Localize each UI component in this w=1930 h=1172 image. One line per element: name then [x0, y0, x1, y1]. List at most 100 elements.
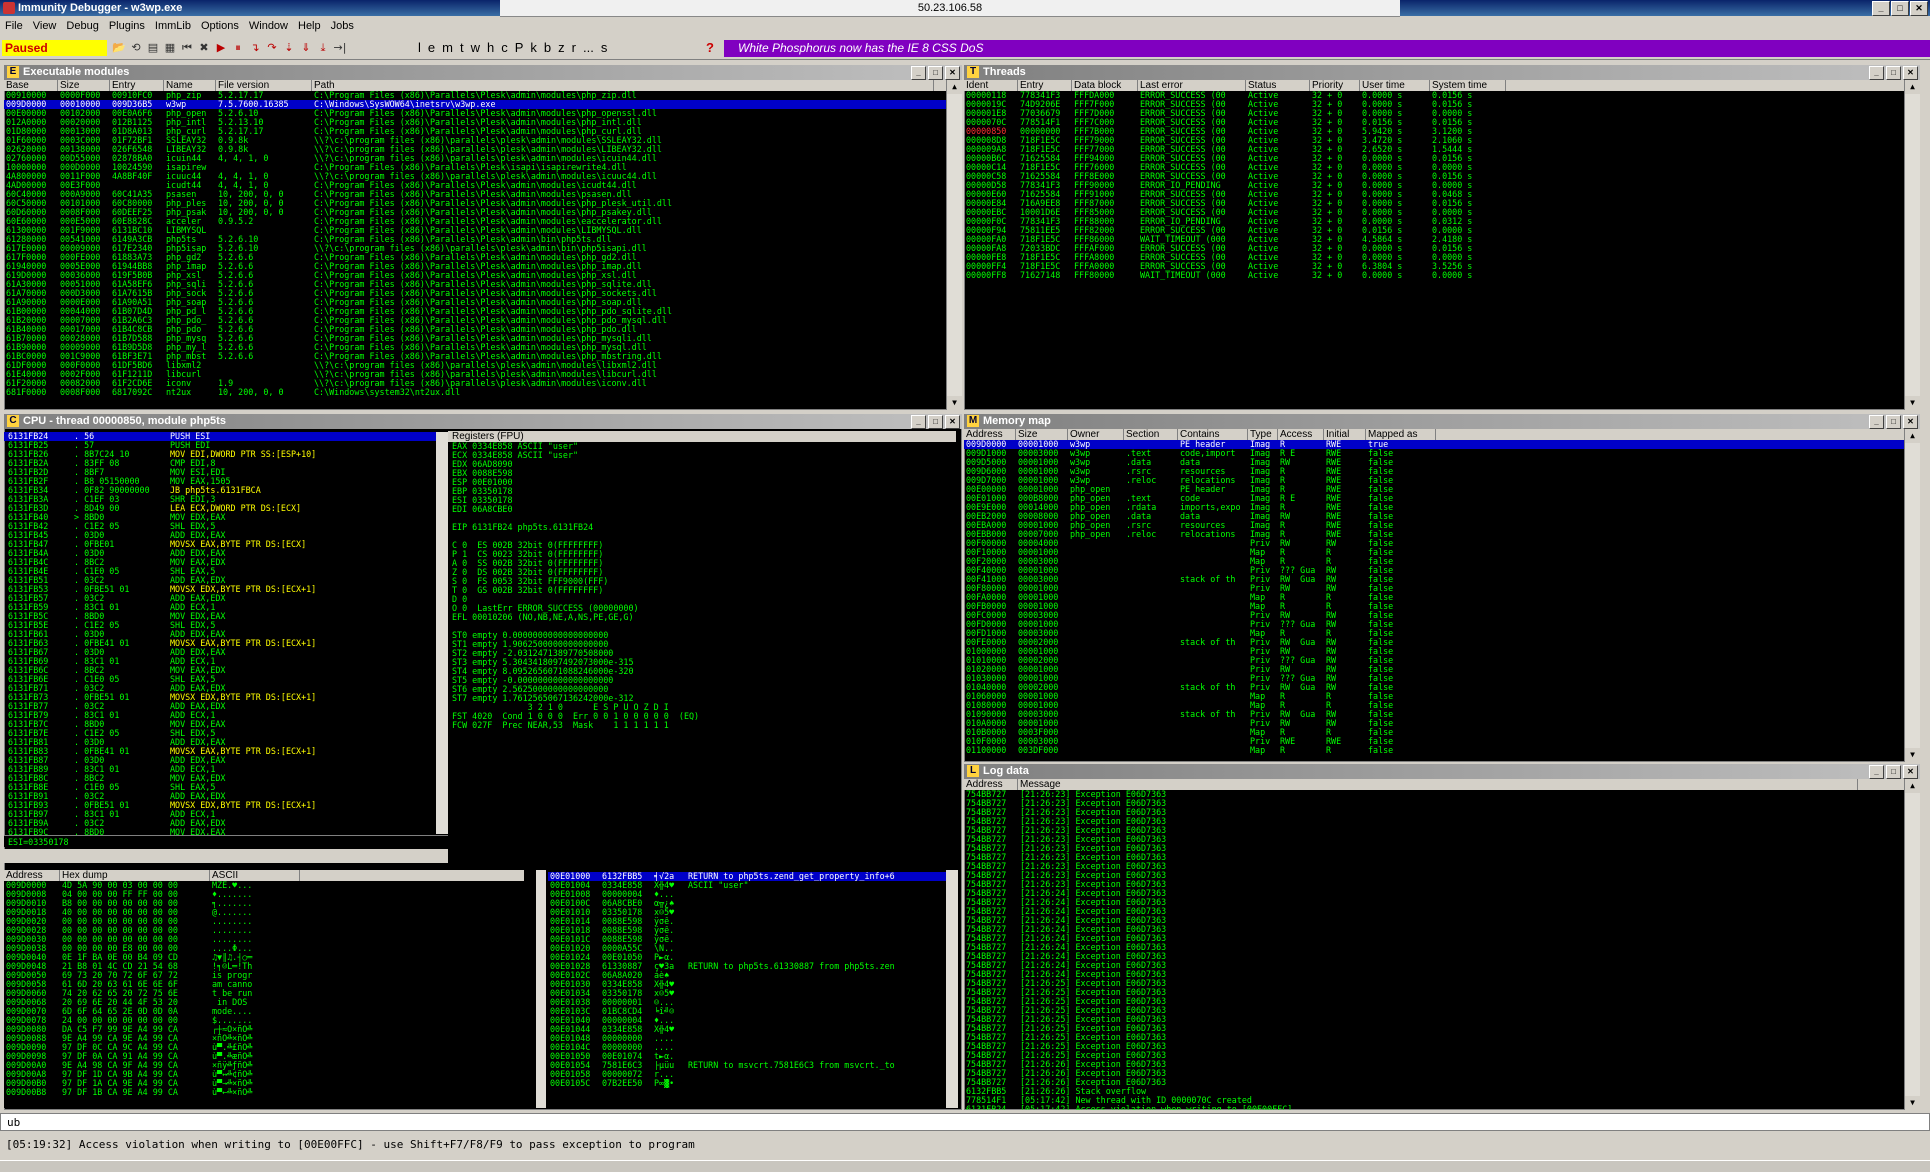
trace-over-icon[interactable]: ⇓ [299, 40, 313, 56]
shortcut-l[interactable]: l [418, 40, 421, 56]
memory-row[interactable]: 009D7000 00001000 w3wp .reloc relocations Ima… [964, 476, 1904, 485]
hex-dump-pane[interactable]: Address Hex dump ASCII 009D0000 4D 5A 90 00… [4, 870, 536, 1108]
stack-row[interactable]: 00E01000 6132FBB5 ╡√2a RETURN to php5ts.zen… [548, 872, 946, 881]
hexdump-row[interactable]: 009D0020 00 00 00 00 00 00 00 00........ [4, 917, 524, 926]
cpu-hscroll[interactable] [4, 849, 448, 863]
hexdump-row[interactable]: 009D0048 21 B8 01 4C CD 21 54 68 !╕☺L═!Th [4, 962, 524, 971]
module-row[interactable]: 60C50000 00101000 60C80000 php_ples 10, 200,… [4, 199, 946, 208]
step-into-icon[interactable]: ↴ [248, 40, 262, 56]
hexdump-row[interactable]: 009D0050 69 73 20 70 72 6F 67 72 is progr [4, 971, 524, 980]
thread-row[interactable]: 00000FF4 718F1E5C FFFA0000 ERROR_SUCCESS (0… [964, 262, 1904, 271]
memory-row[interactable]: 00F20000 00003000 Map R Rfalse [964, 557, 1904, 566]
stack-row[interactable]: 00E01044 0334E858 X╬4♥ [548, 1025, 946, 1034]
module-row[interactable]: 01D80000 00013000 01D8A013 php_curl 5.2.17.1… [4, 127, 946, 136]
minimize-icon[interactable]: _ [1869, 765, 1884, 779]
attach-icon[interactable]: ▤ [146, 40, 160, 56]
log-row[interactable]: 754BB727 [21:26:25] Exception E06D7363 [964, 997, 1904, 1006]
memory-row[interactable]: 01040000 00002000 stack of th Priv RW Gua RW f… [964, 683, 1904, 692]
thread-row[interactable]: 00000850 00000000 FFF7B000 ERROR_SUCCESS (0… [964, 127, 1904, 136]
column-header-contains[interactable]: Contains [1178, 429, 1248, 440]
log-row[interactable]: 754BB727 [21:26:25] Exception E06D7363 [964, 979, 1904, 988]
memory-row[interactable]: 00FD0000 00001000 Priv ??? Gua RW false [964, 620, 1904, 629]
thread-row[interactable]: 00000EBC 10001D6E FFF85000 ERROR_SUCCESS (0… [964, 208, 1904, 217]
disassembly-line[interactable]: 6131FB57. 03C2 ADD EAX,EDX [4, 594, 436, 603]
hexdump-row[interactable]: 009D0088 9E A4 99 CA 9E A4 99 CA ×ñÖ╩×ñÖ╩ [4, 1034, 524, 1043]
register-line[interactable]: EBP 03350178 [448, 487, 956, 496]
hexdump-row[interactable]: 009D0008 04 00 00 00 FF FF 00 00 ♦....... [4, 890, 524, 899]
hexdump-row[interactable]: 009D00B8 97 DF 1B CA 9E A4 99 CA ù▀←╩×ñÖ╩ [4, 1088, 524, 1097]
shortcut-h[interactable]: h [487, 40, 494, 56]
memory-row[interactable]: 00E9E000 00014000 php_open .rdata imports,ex… [964, 503, 1904, 512]
memory-row[interactable]: 00FA0000 00001000 Map R Rfalse [964, 593, 1904, 602]
shortcut-m[interactable]: m [442, 40, 453, 56]
memory-row[interactable]: 01020000 00001000 Priv RW RW false [964, 665, 1904, 674]
pause-icon[interactable]: ⏸ [231, 40, 245, 56]
register-line[interactable]: EIP 6131FB24 php5ts.6131FB24 [448, 523, 956, 532]
hexdump-row[interactable]: 009D0040 0E 1F BA 0E 00 B4 09 CD ♫▼║♫.┤○═ [4, 953, 524, 962]
minimize-icon[interactable]: _ [1869, 66, 1884, 80]
module-row[interactable]: 619D0000 00036000 619F5B0B php_xsl 5.2.6.6 C:… [4, 271, 946, 280]
log-row[interactable]: 754BB727 [21:26:26] Exception E06D7363 [964, 1069, 1904, 1078]
column-header-path[interactable]: Path [312, 80, 934, 91]
log-row[interactable]: 754BB727 [21:26:24] Exception E06D7363 [964, 943, 1904, 952]
column-header-address[interactable]: Address [964, 429, 1016, 440]
modules-scrollbar[interactable]: ▲ ▼ [946, 80, 962, 410]
thread-row[interactable]: 00000118 778341F3 FFFDA000 ERROR_SUCCESS (0… [964, 91, 1904, 100]
thread-row[interactable]: 00000FF8 71627148 FFF80000 WAIT_TIMEOUT (00… [964, 271, 1904, 280]
hexdump-row[interactable]: 009D0000 4D 5A 90 00 03 00 00 00 MZE.♥... [4, 881, 524, 890]
register-line[interactable]: EBX 0088E598 [448, 469, 956, 478]
memory-row[interactable]: 01090000 00003000 stack of th Priv RW Gua RW f… [964, 710, 1904, 719]
stack-row[interactable]: 00E01028 61330887 ç♥3a RETURN to php5ts.613… [548, 962, 946, 971]
column-header-file-version[interactable]: File version [216, 80, 312, 91]
stack-row[interactable]: 00E0104C 00000000.... [548, 1043, 946, 1052]
menu-jobs[interactable]: Jobs [326, 17, 359, 35]
thread-row[interactable]: 00000E84 716A9EE8 FFF87000 ERROR_SUCCESS (0… [964, 199, 1904, 208]
menu-file[interactable]: File [0, 17, 28, 35]
hexdump-row[interactable]: 009D00A8 97 DF 1D CA 9B A4 99 CA ù▀↔╩¢ñÖ╩ [4, 1070, 524, 1079]
terminate-icon[interactable]: ✖ [197, 40, 211, 56]
column-header-system-time[interactable]: System time [1430, 80, 1506, 91]
column-header-ident[interactable]: Ident [964, 80, 1018, 91]
memory-row[interactable]: 00EB2000 00008000 php_open .data data Imag RW R… [964, 512, 1904, 521]
module-row[interactable]: 61A90000 0000E000 61A90A51 php_soap 5.2.6.6 C… [4, 298, 946, 307]
disassembly-line[interactable]: 6131FB93. 0FBE51 01 MOVSX EDX,BYTE PTR DS… [4, 801, 436, 810]
log-row[interactable]: 754BB727 [21:26:24] Exception E06D7363 [964, 907, 1904, 916]
disassembly-line[interactable]: 6131FB77. 03C2 ADD EAX,EDX [4, 702, 436, 711]
module-row[interactable]: 61B40000 00017000 61B4C8CB php_pdo 5.2.6.6 C:… [4, 325, 946, 334]
module-row[interactable]: 02620000 00138000 026F6548 LIBEAY32 0.9.8k \\… [4, 145, 946, 154]
stack-row[interactable]: 00E01034 03350178 x☺5♥ [548, 989, 946, 998]
disassembly-line[interactable]: 6131FB24. 56 PUSH ESI [4, 432, 436, 441]
column-header-address[interactable]: Address [4, 870, 60, 881]
stack-row[interactable]: 00E01054 7581E6C3 ├µüu RETURN to msvcrt.758… [548, 1061, 946, 1070]
hexdump-row[interactable]: 009D0058 61 6D 20 63 61 6E 6E 6F am canno [4, 980, 524, 989]
module-row[interactable]: 61280000 00541000 6149A3CB php5ts 5.2.6.10 C:… [4, 235, 946, 244]
column-header-access[interactable]: Access [1278, 429, 1324, 440]
memory-row[interactable]: 01060000 00001000 Map R Rfalse [964, 692, 1904, 701]
column-header-size[interactable]: Size [58, 80, 110, 91]
log-row[interactable]: 754BB727 [21:26:26] Exception E06D7363 [964, 1060, 1904, 1069]
memory-row[interactable]: 009D0000 00001000 w3wp PE header Imag R RWE tru… [964, 440, 1904, 449]
stack-row[interactable]: 00E01010 03350178 x☺5♥ [548, 908, 946, 917]
disassembly-line[interactable]: 6131FB4C. 8BC2 MOV EAX,EDX [4, 558, 436, 567]
memory-map-scrollbar[interactable]: ▲ ▼ [1904, 429, 1920, 762]
log-row[interactable]: 754BB727 [21:26:24] Exception E06D7363 [964, 916, 1904, 925]
column-header-name[interactable]: Name [164, 80, 216, 91]
hexdump-row[interactable]: 009D0030 00 00 00 00 00 00 00 00........ [4, 935, 524, 944]
column-header-mapped-as[interactable]: Mapped as [1366, 429, 1436, 440]
thread-row[interactable]: 0000019C 74D9206E FFF7F000 ERROR_SUCCESS (0… [964, 100, 1904, 109]
hexdump-row[interactable]: 009D0018 40 00 00 00 00 00 00 00 @....... [4, 908, 524, 917]
open-icon[interactable]: 📂 [112, 40, 126, 56]
hexdump-row[interactable]: 009D0060 74 20 62 65 20 72 75 6E t be run [4, 989, 524, 998]
log-row[interactable]: 754BB727 [21:26:23] Exception E06D7363 [964, 790, 1904, 799]
hexdump-row[interactable]: 009D0068 20 69 6E 20 44 4F 53 20 in DOS [4, 998, 524, 1007]
module-row[interactable]: 617F0000 000FE000 61883A73 php_gd2 5.2.6.6 C:… [4, 253, 946, 262]
memory-row[interactable]: 00EBB000 00007000 php_open .reloc relocation… [964, 530, 1904, 539]
hexdump-row[interactable]: 009D0070 6D 6F 64 65 2E 0D 0D 0A mode.... [4, 1007, 524, 1016]
memory-row[interactable]: 010B0000 0003F000 Map R Rfalse [964, 728, 1904, 737]
thread-row[interactable]: 00000B6C 71625584 FFF94000 ERROR_SUCCESS (0… [964, 154, 1904, 163]
memory-row[interactable]: 00F00000 00004000 Priv RW RW false [964, 539, 1904, 548]
module-row[interactable]: 61B20000 00007000 61B2A6C3 php_pdo_ 5.2.6.6 C… [4, 316, 946, 325]
shortcut-P[interactable]: P [515, 40, 524, 56]
memory-row[interactable]: 01010000 00002000 Priv ??? Gua RW false [964, 656, 1904, 665]
log-row[interactable]: 754BB727 [21:26:25] Exception E06D7363 [964, 1024, 1904, 1033]
